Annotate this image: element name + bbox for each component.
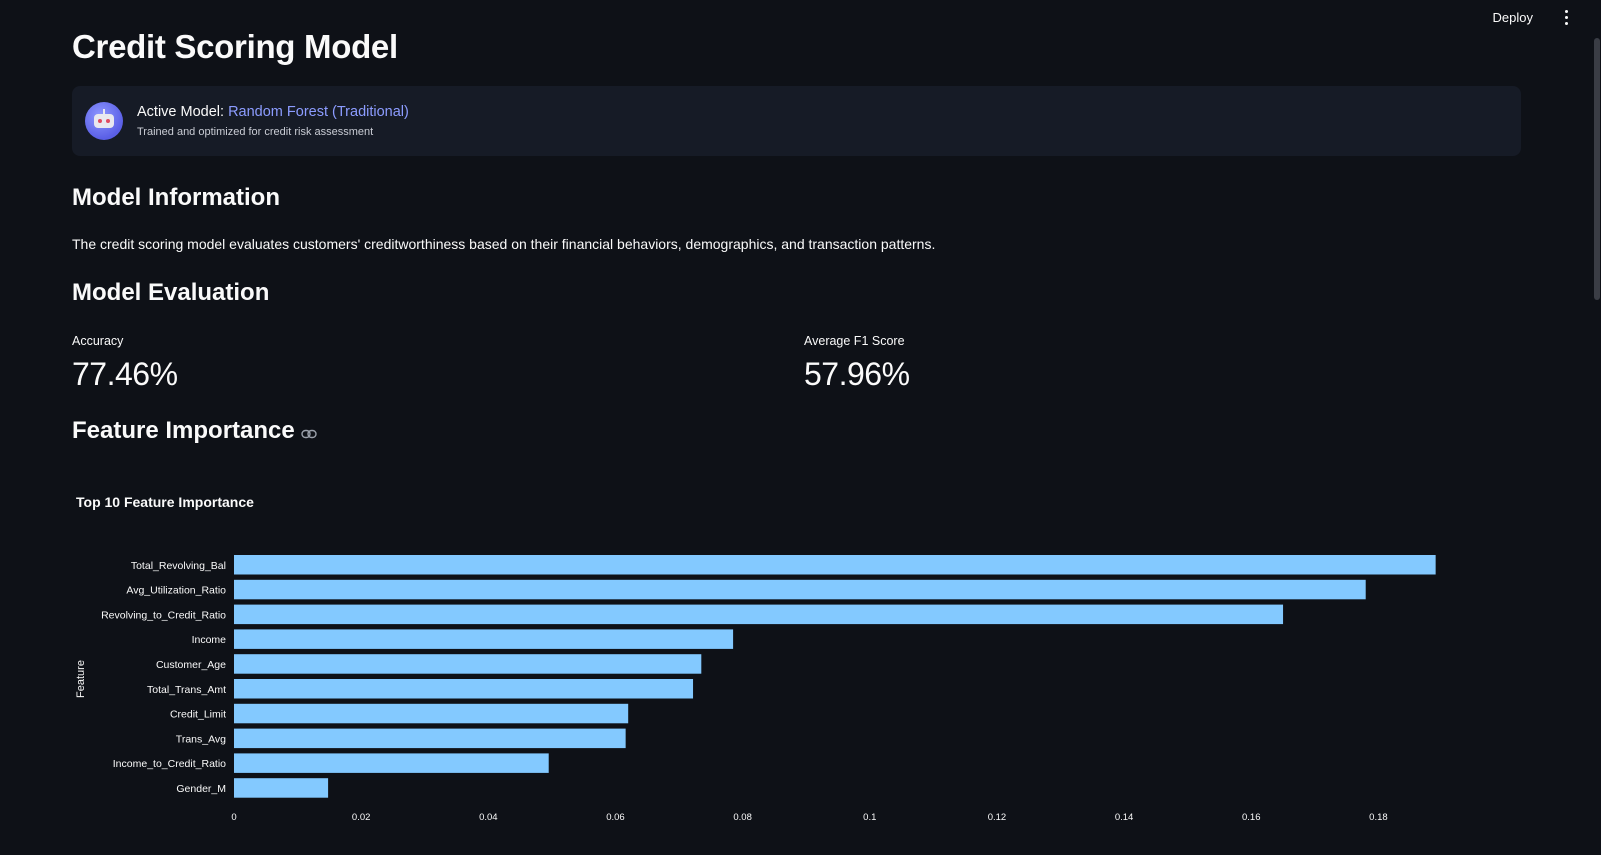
x-tick-label: 0.1 (863, 812, 876, 823)
deploy-button[interactable]: Deploy (1487, 6, 1539, 29)
x-tick-label: 0.16 (1242, 812, 1261, 823)
x-tick-label: 0.06 (606, 812, 625, 823)
anchor-link-icon[interactable] (301, 418, 317, 446)
feature-importance-svg: Total_Revolving_Bal Avg_Utilization_Ratio… (75, 555, 1436, 823)
bar-customer-age[interactable] (234, 654, 702, 674)
active-model-prefix: Active Model: (137, 104, 225, 120)
accuracy-value: 77.46% (72, 356, 178, 392)
bar-gender-m[interactable] (234, 778, 329, 798)
bar-total-trans-amt[interactable] (234, 679, 694, 699)
category-label-credit-limit: Credit_Limit (170, 709, 226, 721)
chart-title: Top 10 Feature Importance (76, 494, 254, 510)
page-scrollbar[interactable] (1593, 0, 1601, 855)
bar-credit-limit[interactable] (234, 703, 629, 724)
bar-trans-avg[interactable] (234, 728, 626, 749)
category-label-gender-m: Gender_M (176, 783, 226, 795)
category-label-trans-avg: Trans_Avg (176, 733, 226, 745)
x-tick-label: 0.04 (479, 812, 498, 823)
active-model-name: Random Forest (Traditional) (228, 104, 409, 120)
x-tick-label: 0.18 (1369, 812, 1388, 823)
category-label-revolving-to-credit-ratio: Revolving_to_Credit_Ratio (101, 609, 226, 621)
app-root: Deploy Credit Scoring Model Active Model… (0, 0, 1601, 855)
bar-revolving-to-credit-ratio[interactable] (234, 604, 1284, 625)
feature-importance-heading: Feature Importance (72, 417, 317, 446)
category-label-income: Income (192, 634, 227, 646)
active-model-card: Active Model: Random Forest (Traditional… (72, 86, 1521, 156)
model-evaluation-heading: Model Evaluation (72, 279, 270, 306)
category-label-customer-age: Customer_Age (156, 659, 226, 671)
category-label-total-revolving-bal: Total_Revolving_Bal (131, 560, 226, 572)
accuracy-metric: Accuracy 77.46% (72, 334, 178, 393)
top-toolbar: Deploy (1487, 0, 1601, 34)
bar-avg-utilization-ratio[interactable] (234, 579, 1366, 600)
y-axis-label: Feature (75, 660, 87, 698)
x-tick-label: 0.02 (352, 812, 371, 823)
accuracy-label: Accuracy (72, 334, 124, 348)
f1-score-value: 57.96% (804, 356, 910, 392)
feature-importance-chart: Top 10 Feature Importance Total_Revolvin… (72, 486, 1522, 855)
f1-score-label: Average F1 Score (804, 334, 905, 348)
scrollbar-thumb[interactable] (1594, 38, 1600, 300)
bar-income[interactable] (234, 629, 734, 649)
bar-income-to-credit-ratio[interactable] (234, 753, 549, 773)
category-label-avg-utilization-ratio: Avg_Utilization_Ratio (126, 585, 226, 597)
feature-importance-heading-text: Feature Importance (72, 417, 295, 444)
x-tick-label: 0.14 (1115, 812, 1134, 823)
category-label-income-to-credit-ratio: Income_to_Credit_Ratio (113, 758, 226, 770)
model-information-description: The credit scoring model evaluates custo… (72, 236, 936, 252)
page-title: Credit Scoring Model (72, 28, 398, 65)
x-tick-label: 0.12 (988, 812, 1007, 823)
robot-icon (85, 102, 123, 140)
category-label-total-trans-amt: Total_Trans_Amt (147, 684, 226, 696)
active-model-text: Active Model: Random Forest (Traditional… (137, 104, 409, 138)
more-options-icon[interactable] (1557, 7, 1575, 27)
model-information-heading: Model Information (72, 184, 280, 211)
active-model-subtitle: Trained and optimized for credit risk as… (137, 126, 374, 138)
active-model-line: Active Model: Random Forest (Traditional… (137, 104, 409, 120)
x-tick-label: 0.08 (733, 812, 752, 823)
f1-score-metric: Average F1 Score 57.96% (804, 334, 910, 393)
bar-total-revolving-bal[interactable] (234, 555, 1436, 575)
x-tick-label: 0 (231, 812, 236, 823)
